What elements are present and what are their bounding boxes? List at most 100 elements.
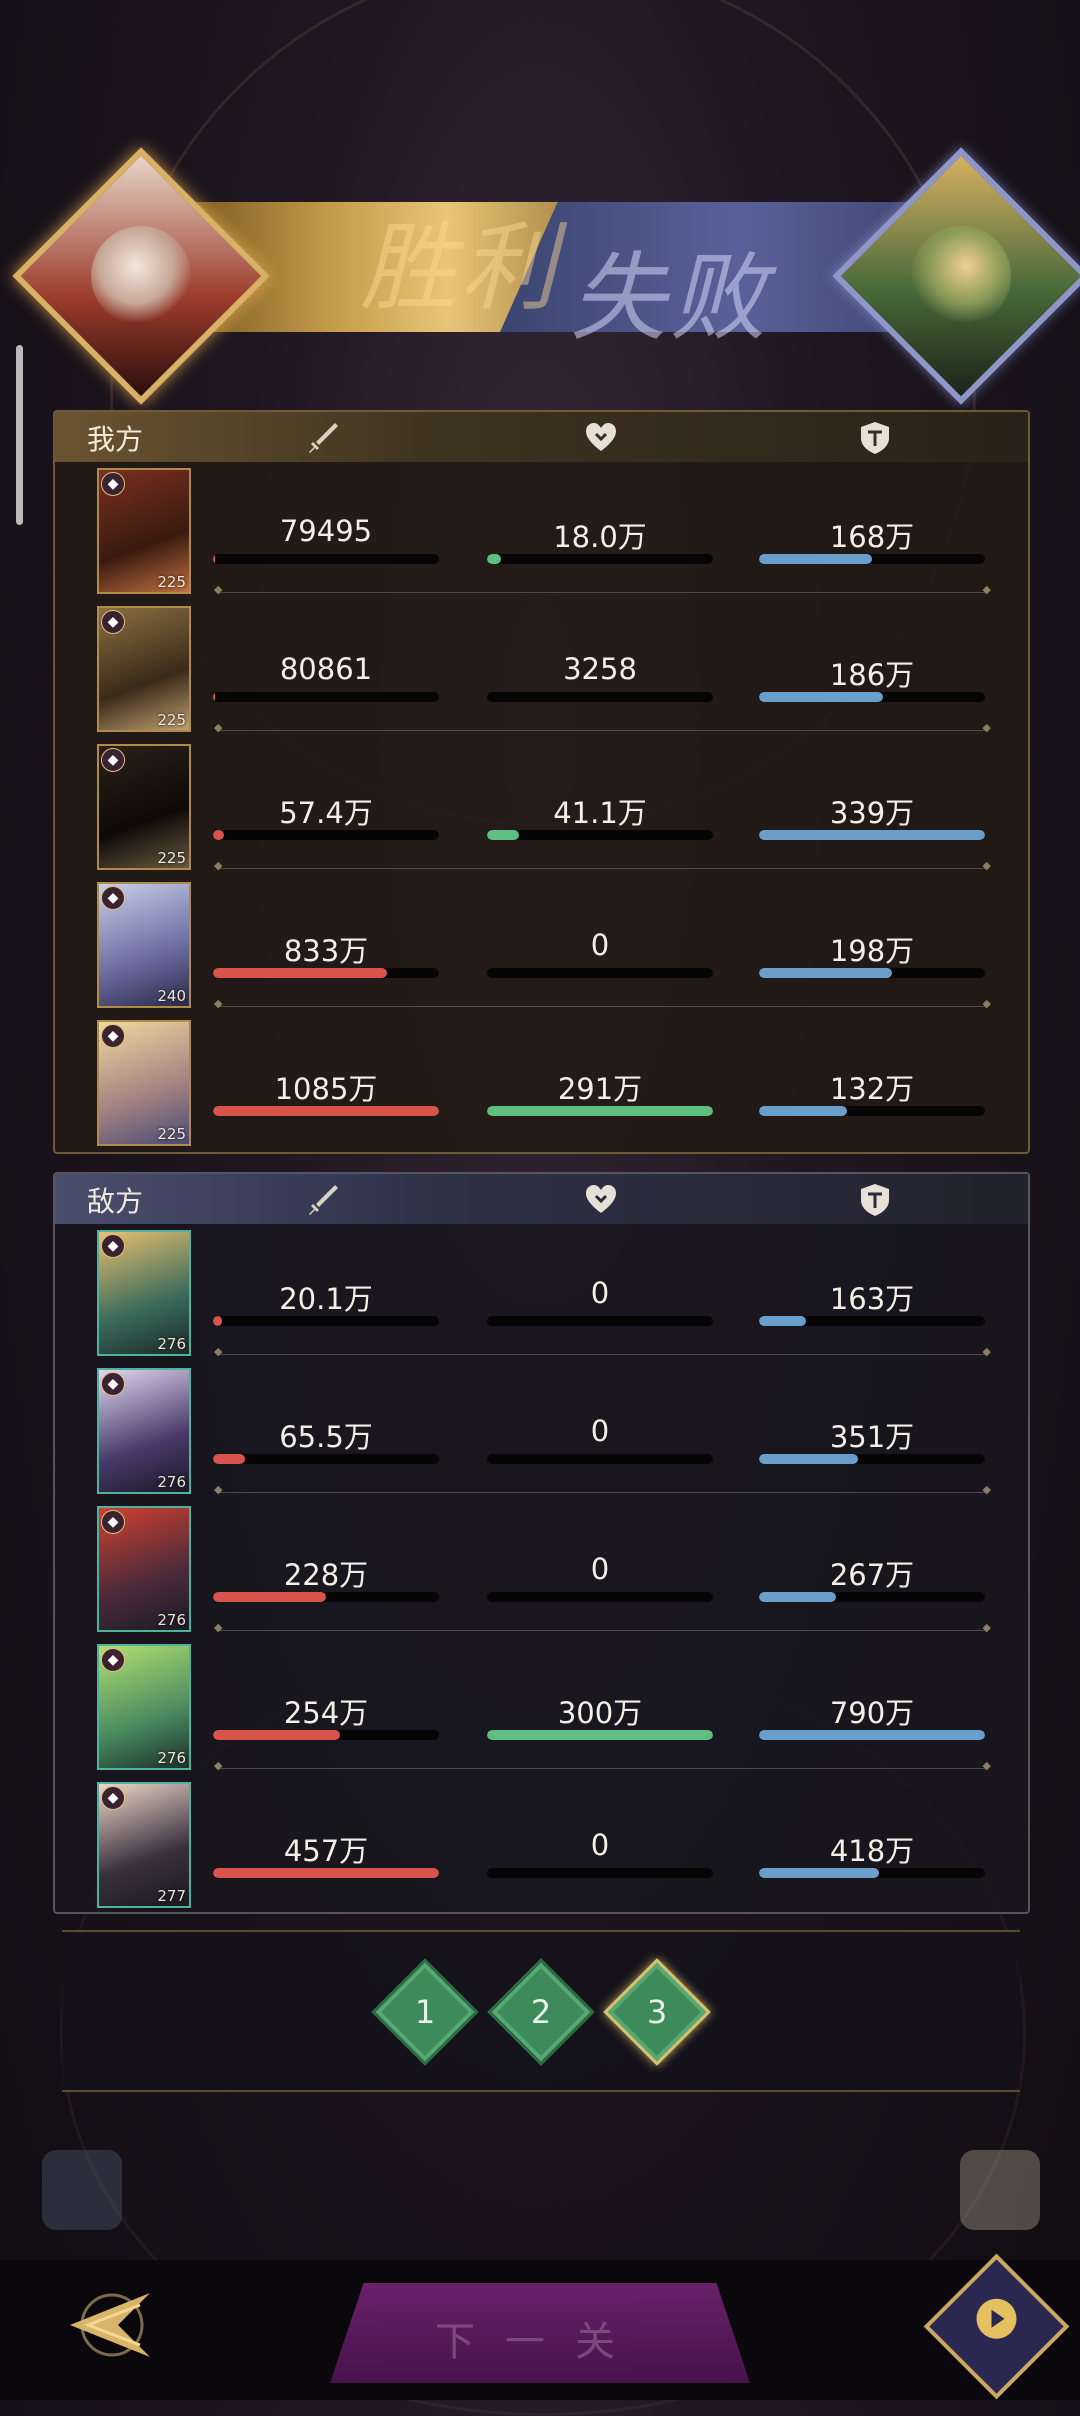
defense-stat: 339万 — [759, 790, 985, 840]
hero-row: ◆ 225 57.4万 41.1万 339万 — [55, 740, 1028, 878]
defense-bar — [759, 692, 985, 702]
defense-fill — [759, 1316, 807, 1326]
heal-stat: 0 — [487, 1414, 713, 1464]
attack-stat: 833万 — [213, 928, 439, 978]
attack-stat: 79495 — [213, 514, 439, 564]
defense-stat: 163万 — [759, 1276, 985, 1326]
hero-row: ◆ 240 833万 0 198万 — [55, 878, 1028, 1016]
hero-class-icon: ◆ — [101, 886, 125, 910]
defense-bar — [759, 1316, 985, 1326]
hero-avatar[interactable]: ◆ 225 — [97, 606, 191, 732]
heal-value: 3258 — [563, 652, 637, 686]
hero-level: 225 — [157, 573, 186, 591]
defense-value: 132万 — [829, 1072, 915, 1106]
round-button-2[interactable]: 2 — [487, 1958, 595, 2066]
attack-value: 57.4万 — [279, 796, 373, 830]
back-icon[interactable] — [40, 2275, 160, 2375]
defense-stat: 790万 — [759, 1690, 985, 1740]
row-divider — [214, 1621, 991, 1634]
hero-avatar[interactable]: ◆ 225 — [97, 744, 191, 870]
attack-fill — [213, 830, 225, 840]
defense-value: 186万 — [829, 658, 915, 692]
hero-class-icon: ◆ — [101, 1510, 125, 1534]
hero-avatar[interactable]: ◆ 240 — [97, 882, 191, 1008]
my-commander-avatar[interactable] — [12, 147, 270, 405]
hero-avatar[interactable]: ◆ 225 — [97, 468, 191, 594]
hero-class-icon: ◆ — [101, 1372, 125, 1396]
heal-value: 0 — [590, 1276, 610, 1310]
defense-value: 790万 — [829, 1696, 915, 1730]
defense-fill — [759, 1730, 985, 1740]
defense-stat: 198万 — [759, 928, 985, 978]
attack-fill — [213, 1106, 439, 1116]
heal-value: 0 — [590, 1828, 610, 1862]
defense-stat: 267万 — [759, 1552, 985, 1602]
attack-bar — [213, 1454, 439, 1464]
next-stage-button[interactable]: 下一关 — [330, 2283, 750, 2383]
heal-fill — [487, 830, 519, 840]
attack-stat: 457万 — [213, 1828, 439, 1878]
hero-row: ◆ 276 20.1万 0 163万 — [55, 1226, 1028, 1364]
hero-row: ◆ 225 79495 18.0万 168万 — [55, 464, 1028, 602]
attack-stat: 80861 — [213, 652, 439, 702]
hero-avatar[interactable]: ◆ 276 — [97, 1506, 191, 1632]
heal-value: 300万 — [557, 1696, 643, 1730]
heal-bar — [487, 830, 713, 840]
victory-label: 胜利 — [360, 212, 560, 324]
heal-stat: 300万 — [487, 1690, 713, 1740]
hero-level: 277 — [157, 1887, 186, 1905]
heal-fill — [487, 1106, 713, 1116]
heal-bar — [487, 1316, 713, 1326]
heal-fill — [487, 554, 501, 564]
defense-value: 163万 — [829, 1282, 915, 1316]
hero-level: 276 — [157, 1335, 186, 1353]
round-label: 3 — [646, 1993, 668, 2031]
heal-value: 18.0万 — [553, 520, 647, 554]
scrollbar[interactable] — [16, 345, 23, 525]
attack-stat: 228万 — [213, 1552, 439, 1602]
avatar-face — [91, 226, 191, 326]
hero-row: ◆ 225 1085万 291万 132万 — [55, 1016, 1028, 1154]
enemy-commander-avatar[interactable] — [832, 147, 1080, 405]
hero-avatar[interactable]: ◆ 276 — [97, 1230, 191, 1356]
hero-avatar[interactable]: ◆ 276 — [97, 1644, 191, 1770]
attack-value: 65.5万 — [279, 1420, 373, 1454]
hero-avatar[interactable]: ◆ 277 — [97, 1782, 191, 1908]
heal-stat: 0 — [487, 1552, 713, 1602]
hero-level: 276 — [157, 1473, 186, 1491]
attack-bar — [213, 692, 439, 702]
hero-avatar[interactable]: ◆ 276 — [97, 1368, 191, 1494]
heal-stat: 0 — [487, 928, 713, 978]
reward-icon[interactable] — [960, 2150, 1040, 2230]
attack-value: 833万 — [283, 934, 369, 968]
hero-class-icon: ◆ — [101, 1648, 125, 1672]
hero-class-icon: ◆ — [101, 1786, 125, 1810]
defense-value: 198万 — [829, 934, 915, 968]
hero-level: 225 — [157, 849, 186, 867]
heal-stat: 291万 — [487, 1066, 713, 1116]
heal-value: 0 — [590, 1552, 610, 1586]
hero-class-icon: ◆ — [101, 748, 125, 772]
hero-avatar[interactable]: ◆ 225 — [97, 1020, 191, 1146]
heal-bar — [487, 1592, 713, 1602]
attack-value: 1085万 — [274, 1072, 378, 1106]
round-button-3[interactable]: 3 — [603, 1958, 711, 2066]
attack-fill — [213, 1592, 326, 1602]
defense-bar — [759, 1868, 985, 1878]
heart-icon — [586, 423, 616, 451]
defense-value: 351万 — [829, 1420, 915, 1454]
attack-value: 254万 — [283, 1696, 369, 1730]
defense-value: 339万 — [829, 796, 915, 830]
attack-bar — [213, 830, 439, 840]
attack-bar — [213, 1106, 439, 1116]
hero-row: ◆ 276 254万 300万 790万 — [55, 1640, 1028, 1778]
round-button-1[interactable]: 1 — [371, 1958, 479, 2066]
heal-value: 291万 — [557, 1072, 643, 1106]
heal-bar — [487, 1868, 713, 1878]
attack-value: 80861 — [279, 652, 373, 686]
my-team-label: 我方 — [87, 423, 144, 456]
attack-fill — [213, 1730, 340, 1740]
chat-icon[interactable] — [42, 2150, 122, 2230]
defense-bar — [759, 1730, 985, 1740]
hero-level: 276 — [157, 1749, 186, 1767]
